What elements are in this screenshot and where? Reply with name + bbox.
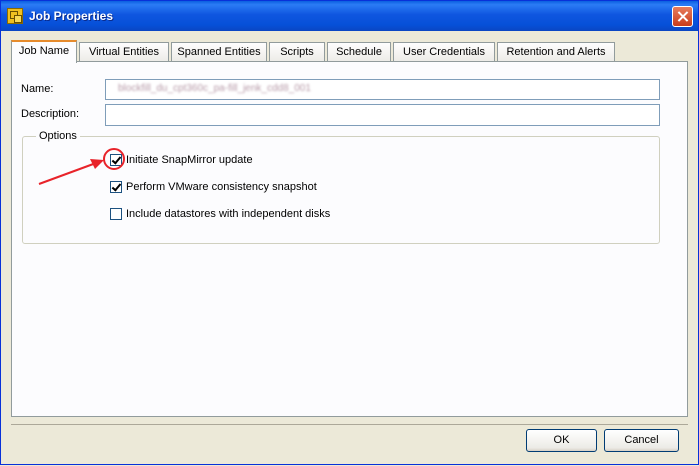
- description-label: Description:: [21, 108, 80, 120]
- job-properties-window: Job Properties Job Name Virtual Entities…: [0, 0, 699, 465]
- ok-button[interactable]: OK: [526, 429, 597, 452]
- initiate-snapmirror-label: Initiate SnapMirror update: [126, 154, 253, 166]
- tab-schedule[interactable]: Schedule: [327, 42, 391, 62]
- initiate-snapmirror-checkbox[interactable]: [110, 154, 122, 166]
- name-label: Name:: [21, 83, 54, 95]
- title-bar[interactable]: Job Properties: [1, 1, 698, 31]
- tab-spanned-entities[interactable]: Spanned Entities: [171, 42, 267, 62]
- tab-user-credentials[interactable]: User Credentials: [393, 42, 495, 62]
- footer-divider: [11, 424, 688, 425]
- name-input[interactable]: blockfill_du_cpt360c_pa-fill_jenk_cdd8_0…: [105, 79, 660, 100]
- close-button[interactable]: [672, 6, 693, 27]
- cancel-button[interactable]: Cancel: [604, 429, 679, 452]
- tab-virtual-entities[interactable]: Virtual Entities: [79, 42, 169, 62]
- vmware-snapshot-label: Perform VMware consistency snapshot: [126, 181, 317, 193]
- app-icon: [7, 8, 23, 24]
- tab-scripts[interactable]: Scripts: [269, 42, 325, 62]
- independent-disks-checkbox[interactable]: [110, 208, 122, 220]
- name-value: blockfill_du_cpt360c_pa-fill_jenk_cdd8_0…: [118, 83, 311, 94]
- tab-retention-and-alerts[interactable]: Retention and Alerts: [497, 42, 615, 62]
- description-input[interactable]: [105, 104, 660, 126]
- independent-disks-label: Include datastores with independent disk…: [126, 208, 331, 220]
- tab-job-name[interactable]: Job Name: [11, 40, 77, 63]
- options-legend: Options: [36, 130, 80, 142]
- vmware-snapshot-checkbox[interactable]: [110, 181, 122, 193]
- window-title: Job Properties: [29, 9, 114, 23]
